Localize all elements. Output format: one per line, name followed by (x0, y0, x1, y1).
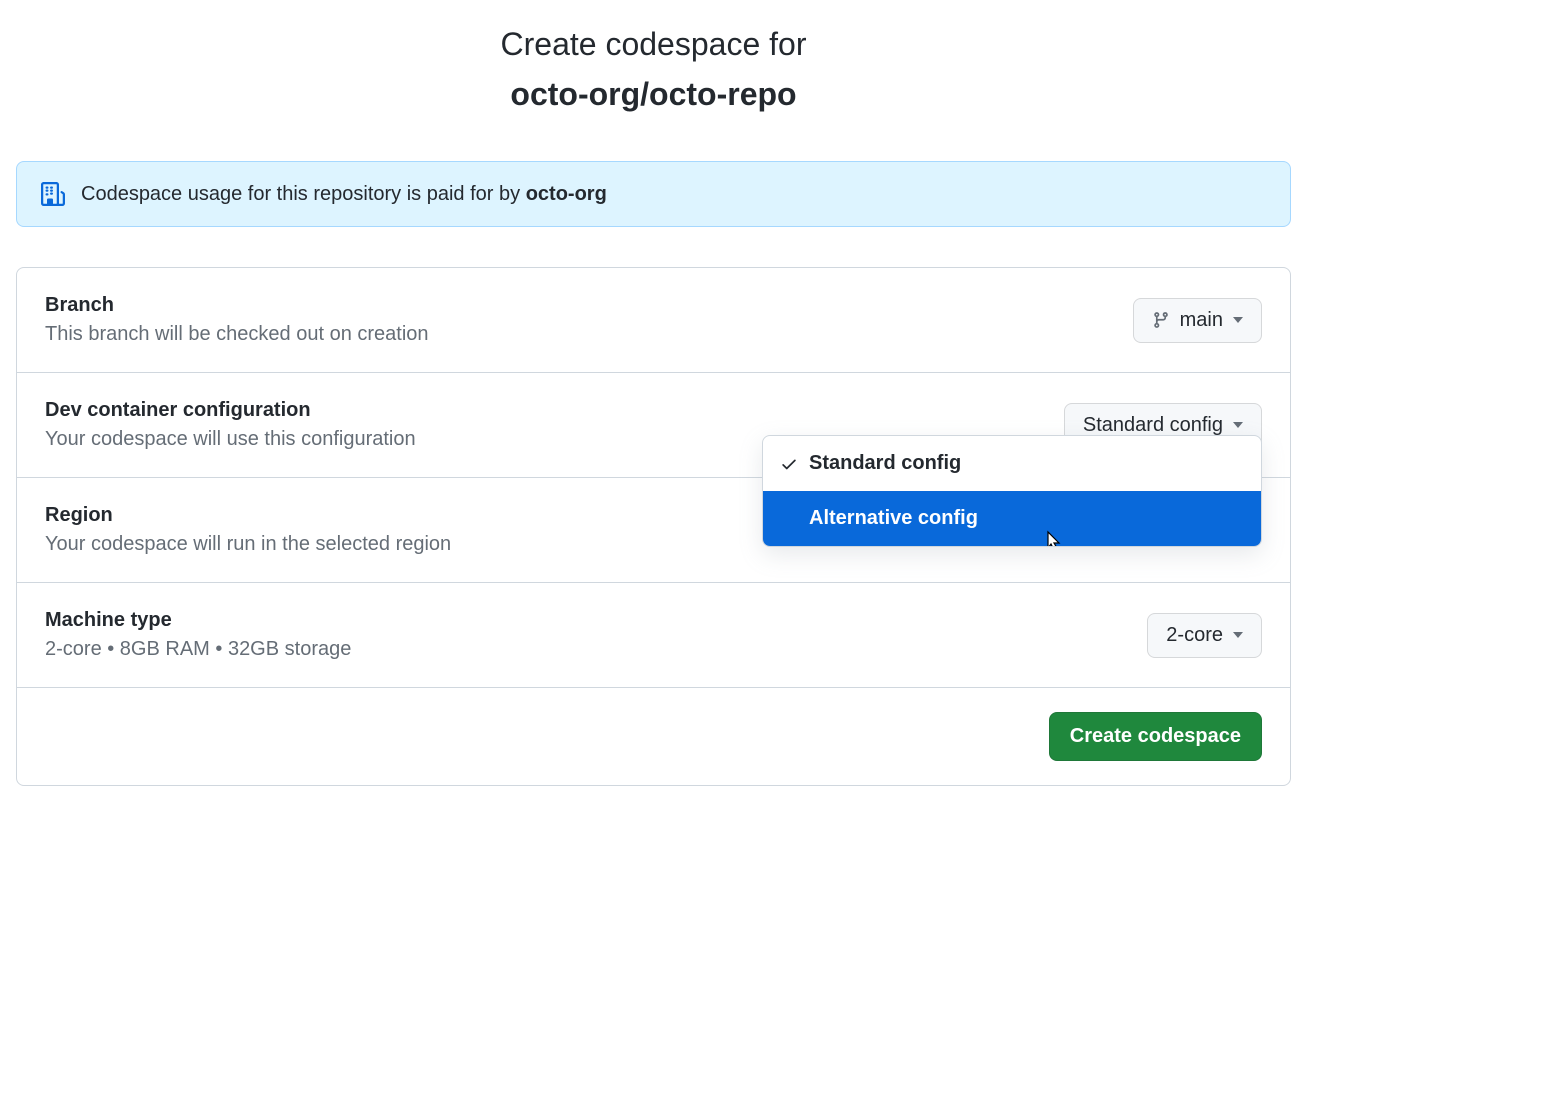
chevron-down-icon (1233, 317, 1243, 323)
branch-row: Branch This branch will be checked out o… (17, 268, 1290, 373)
branch-desc: This branch will be checked out on creat… (45, 323, 1133, 346)
git-branch-icon (1152, 311, 1170, 329)
options-panel: Branch This branch will be checked out o… (16, 267, 1291, 786)
repo-name: octo-org/octo-repo (16, 76, 1291, 113)
dropdown-option-label: Alternative config (809, 507, 978, 530)
cursor-pointer-icon (1041, 530, 1063, 547)
banner-org: octo-org (526, 183, 607, 205)
branch-select-button[interactable]: main (1133, 298, 1262, 343)
footer-row: Create codespace (17, 688, 1290, 785)
organization-icon (41, 182, 65, 206)
machine-desc: 2-core • 8GB RAM • 32GB storage (45, 638, 1147, 661)
branch-title: Branch (45, 294, 1133, 317)
devcontainer-value: Standard config (1083, 414, 1223, 437)
banner-text: Codespace usage for this repository is p… (81, 183, 607, 206)
create-codespace-button[interactable]: Create codespace (1049, 712, 1262, 761)
check-icon (779, 454, 799, 474)
chevron-down-icon (1233, 422, 1243, 428)
machine-value: 2-core (1166, 624, 1223, 647)
page-title: Create codespace for (16, 20, 1291, 68)
devcontainer-dropdown: Standard config Alternative config (762, 435, 1262, 547)
machine-title: Machine type (45, 609, 1147, 632)
banner-prefix: Codespace usage for this repository is p… (81, 183, 526, 205)
machine-row: Machine type 2-core • 8GB RAM • 32GB sto… (17, 583, 1290, 688)
dropdown-option-label: Standard config (809, 452, 961, 475)
billing-banner: Codespace usage for this repository is p… (16, 161, 1291, 227)
devcontainer-row: Dev container configuration Your codespa… (17, 373, 1290, 478)
chevron-down-icon (1233, 632, 1243, 638)
page-header: Create codespace for octo-org/octo-repo (16, 20, 1291, 113)
machine-select-button[interactable]: 2-core (1147, 613, 1262, 658)
dropdown-option-standard[interactable]: Standard config (763, 436, 1261, 491)
check-slot-empty (779, 509, 799, 529)
devcontainer-title: Dev container configuration (45, 399, 1064, 422)
branch-value: main (1180, 309, 1223, 332)
dropdown-option-alternative[interactable]: Alternative config (763, 491, 1261, 546)
